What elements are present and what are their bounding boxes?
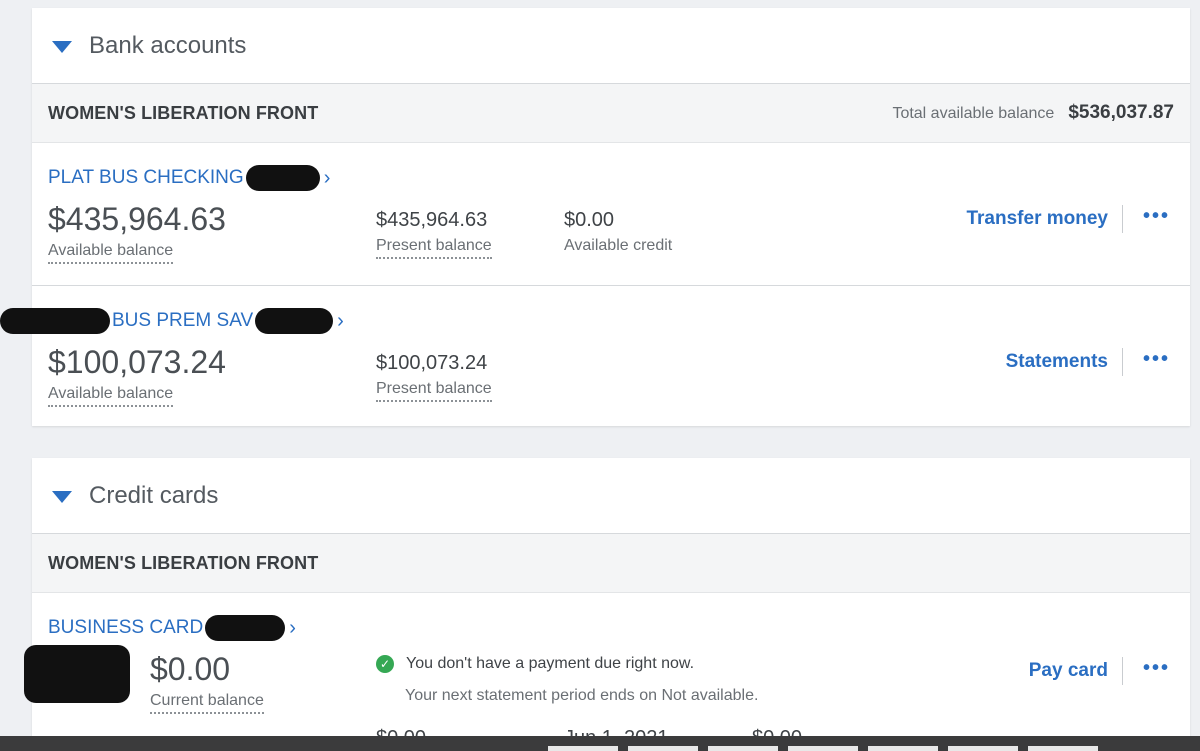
- card-row-business: BUSINESS CARD › $0.00 Current balance ✓ …: [24, 593, 1190, 751]
- redaction: [24, 645, 130, 703]
- available-balance-amount: $100,073.24: [48, 344, 226, 380]
- bottom-toolbar: [0, 736, 1200, 751]
- available-balance-amount: $435,964.63: [48, 201, 226, 237]
- caret-down-icon[interactable]: [52, 40, 72, 53]
- available-credit-amount: $0.00: [564, 209, 615, 231]
- bank-accounts-panel: Bank accounts WOMEN'S LIBERATION FRONT T…: [0, 8, 1190, 426]
- account-row-checking: PLAT BUS CHECKING › $435,964.63 Availabl…: [32, 143, 1190, 286]
- more-horizontal-icon[interactable]: •••: [1143, 658, 1170, 678]
- group-name: WOMEN'S LIBERATION FRONT: [48, 102, 319, 123]
- toolbar-tab[interactable]: [548, 746, 618, 751]
- payment-status: ✓ You don't have a payment due right now…: [376, 655, 694, 673]
- current-balance-label[interactable]: Current balance: [150, 692, 264, 714]
- chevron-right-icon: ›: [323, 166, 331, 189]
- account-link-checking[interactable]: PLAT BUS CHECKING ›: [48, 165, 330, 191]
- redaction: [255, 308, 334, 334]
- available-balance-label[interactable]: Available balance: [48, 242, 174, 264]
- transfer-money-link[interactable]: Transfer money: [966, 205, 1123, 233]
- toolbar-tab[interactable]: [868, 746, 938, 751]
- account-link-savings[interactable]: BUS PREM SAV ›: [0, 308, 344, 334]
- section-title: Credit cards: [89, 481, 219, 509]
- toolbar-tab[interactable]: [1028, 746, 1098, 751]
- account-row-savings: BUS PREM SAV › $100,073.24 Available bal…: [0, 286, 1190, 426]
- bank-accounts-header[interactable]: Bank accounts: [32, 8, 1190, 84]
- credit-cards-header[interactable]: Credit cards: [32, 458, 1190, 534]
- present-balance-amount: $435,964.63: [376, 209, 488, 231]
- toolbar-tab[interactable]: [788, 746, 858, 751]
- account-name: BUS PREM SAV: [112, 310, 254, 331]
- account-actions: Statements •••: [1006, 348, 1170, 376]
- section-title: Bank accounts: [89, 31, 247, 59]
- card-actions: Pay card •••: [1029, 657, 1170, 685]
- toolbar-tab[interactable]: [628, 746, 698, 751]
- present-balance-label[interactable]: Present balance: [376, 237, 492, 259]
- present-balance-amount: $100,073.24: [376, 352, 488, 374]
- account-group-header: WOMEN'S LIBERATION FRONT Total available…: [32, 84, 1190, 143]
- redaction: [245, 165, 320, 191]
- toolbar-tab[interactable]: [948, 746, 1018, 751]
- current-balance-amount: $0.00: [150, 651, 231, 687]
- account-name: PLAT BUS CHECKING: [48, 167, 244, 188]
- group-name: WOMEN'S LIBERATION FRONT: [48, 552, 319, 573]
- account-actions: Transfer money •••: [966, 205, 1170, 233]
- chevron-right-icon: ›: [337, 309, 344, 332]
- status-text: You don't have a payment due right now.: [406, 655, 695, 672]
- more-horizontal-icon[interactable]: •••: [1143, 349, 1170, 369]
- total-value: $536,037.87: [1068, 102, 1174, 123]
- card-name: BUSINESS CARD: [48, 617, 204, 638]
- status-subtext: Your next statement period ends on Not a…: [405, 687, 759, 704]
- total-available-balance: Total available balance $536,037.87: [892, 102, 1174, 124]
- pay-card-link[interactable]: Pay card: [1029, 657, 1123, 685]
- card-link-business[interactable]: BUSINESS CARD ›: [48, 615, 296, 641]
- chevron-right-icon: ›: [289, 616, 296, 639]
- available-balance-label[interactable]: Available balance: [48, 385, 174, 407]
- card-group-header: WOMEN'S LIBERATION FRONT: [32, 534, 1190, 593]
- redaction: [0, 308, 110, 334]
- check-circle-icon: ✓: [376, 655, 394, 673]
- available-credit-label: Available credit: [564, 237, 673, 254]
- present-balance-label[interactable]: Present balance: [376, 380, 492, 402]
- total-label: Total available balance: [892, 105, 1055, 122]
- statements-link[interactable]: Statements: [1006, 348, 1123, 376]
- redaction: [205, 615, 286, 641]
- caret-down-icon[interactable]: [52, 490, 72, 503]
- toolbar-tab[interactable]: [708, 746, 778, 751]
- toolbar-tabs: [548, 746, 1098, 751]
- credit-cards-panel: Credit cards WOMEN'S LIBERATION FRONT BU…: [24, 458, 1190, 751]
- more-horizontal-icon[interactable]: •••: [1143, 206, 1170, 226]
